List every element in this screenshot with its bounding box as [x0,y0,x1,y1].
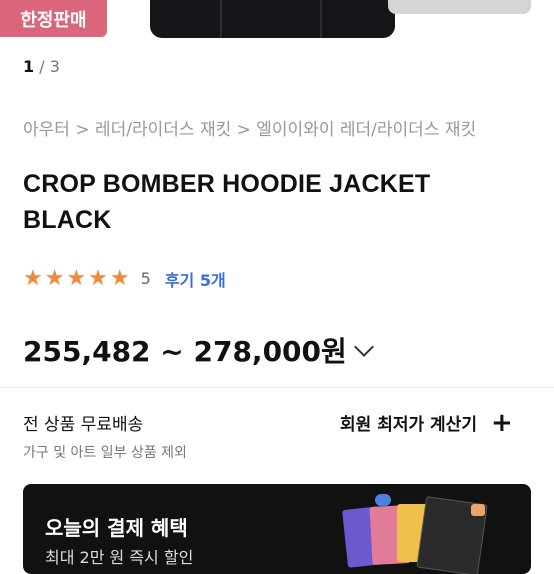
card-image [471,504,485,516]
free-shipping-label: 전 상품 무료배송 [23,415,144,435]
star-rating-icons: ★★★★★ [23,266,132,291]
chevron-down-icon[interactable] [353,337,374,357]
section-divider [0,387,554,388]
banner-title: 오늘의 결제 혜택 [45,516,188,540]
shipping-exclusion-note: 가구 및 아트 일부 상품 제외 [23,445,187,461]
price-row[interactable]: 255,482 ~ 278,000원 [23,330,374,370]
image-overlay-pill[interactable] [388,0,531,14]
review-link[interactable]: 후기 5개 [165,267,226,291]
product-title: CROP BOMBER HOODIE JACKET BLACK [23,170,431,234]
image-pager: 1 / 3 [23,57,60,76]
product-image [150,0,395,38]
pager-total: 3 [49,57,60,76]
limited-sale-badge: 한정판매 [0,0,107,37]
breadcrumb[interactable]: 아우터 > 레더/라이더스 재킷 > 엘이이와이 레더/라이더스 재킷 [23,115,476,140]
member-price-calculator-button[interactable]: 회원 최저가 계산기 + [340,410,513,436]
payment-benefit-banner[interactable]: 오늘의 결제 혜택 최대 2만 원 즉시 할인 [23,484,531,574]
rating-score: 5 [140,269,151,288]
rating-row: ★★★★★ 5 후기 5개 [23,266,226,291]
banner-subtitle: 최대 2만 원 즉시 할인 [45,548,194,567]
pager-current: 1 [23,57,35,76]
calculator-label: 회원 최저가 계산기 [340,415,477,435]
plus-icon[interactable]: + [491,410,513,436]
card-image [375,494,391,506]
pager-separator: / [34,57,50,76]
price-range: 255,482 ~ 278,000원 [23,335,347,368]
